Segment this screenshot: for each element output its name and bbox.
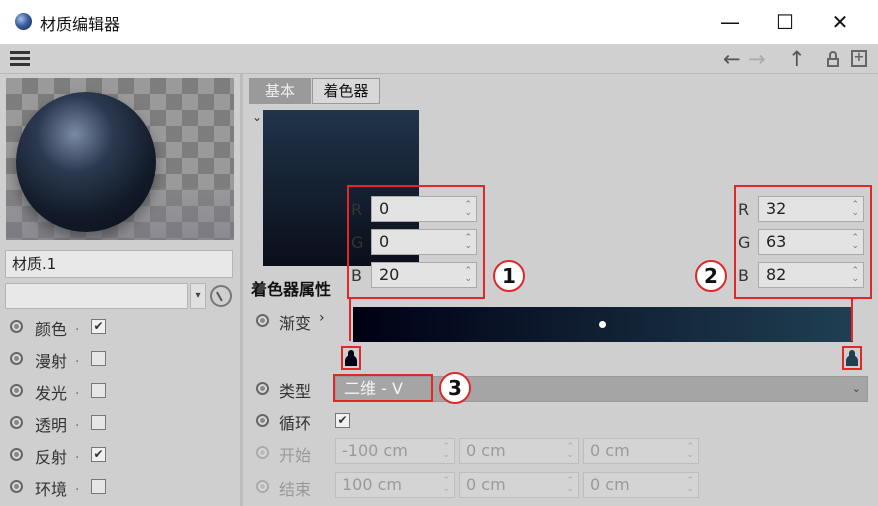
end-label: 结束 xyxy=(279,480,312,499)
highlight-box-2 xyxy=(734,185,872,299)
channel-checkbox[interactable]: ✔ xyxy=(91,319,106,334)
loop-checkbox[interactable]: ✔ xyxy=(335,413,350,428)
channel-label: 反射 xyxy=(35,448,68,467)
start-x-input[interactable]: -100 cm ⌃ ⌄ xyxy=(335,438,455,464)
chevron-down-icon[interactable]: ▾ xyxy=(190,283,206,309)
channel-luminance[interactable]: 发光 . xyxy=(0,376,240,406)
close-button[interactable]: ✕ xyxy=(820,8,860,36)
chevron-down-icon: ⌄ xyxy=(851,382,861,395)
start-z-input[interactable]: 0 cm ⌃ ⌄ xyxy=(583,438,699,464)
annotation-badge-2: 2 xyxy=(695,260,727,292)
param-radio[interactable] xyxy=(256,314,269,327)
channel-label: 颜色 xyxy=(35,320,68,339)
annotation-badge-3: 3 xyxy=(439,372,471,404)
material-list-pane: 材质.1 ▾ 颜色 . ✔ 漫射 . 发光 . 透明 . 反射 . ✔ 环境 . xyxy=(0,74,240,506)
window-title: 材质编辑器 xyxy=(40,15,121,34)
tab-shader[interactable]: 着色器 xyxy=(312,78,380,104)
channel-reflectance[interactable]: 反射 . ✔ xyxy=(0,440,240,470)
material-preview[interactable] xyxy=(6,78,234,240)
preview-sphere xyxy=(16,92,156,232)
forward-arrow-icon[interactable]: → xyxy=(748,47,766,71)
loop-label: 循环 xyxy=(279,414,312,433)
start-y-input[interactable]: 0 cm ⌃ ⌄ xyxy=(459,438,579,464)
expand-arrow-icon[interactable]: › xyxy=(319,310,325,326)
app-icon xyxy=(15,13,32,30)
end-y-input[interactable]: 0 cm ⌃ ⌄ xyxy=(459,472,579,498)
section-title: 着色器属性 xyxy=(251,280,332,299)
gradient-label: 渐变 xyxy=(279,314,312,333)
channel-color[interactable]: 颜色 . ✔ xyxy=(0,312,240,342)
menu-icon[interactable] xyxy=(10,51,30,67)
highlight-knot-left xyxy=(341,346,361,370)
channel-checkbox[interactable]: ✔ xyxy=(91,447,106,462)
minimize-button[interactable]: — xyxy=(710,8,750,36)
end-z-input[interactable]: 0 cm ⌃ ⌄ xyxy=(583,472,699,498)
channel-radio[interactable] xyxy=(10,416,23,429)
channel-radio[interactable] xyxy=(10,352,23,365)
lock-icon[interactable] xyxy=(827,51,839,67)
gradient-midpoint-handle[interactable] xyxy=(599,321,606,328)
param-radio[interactable] xyxy=(256,446,269,459)
channel-checkbox[interactable] xyxy=(91,479,106,494)
channel-diffusion[interactable]: 漫射 . xyxy=(0,344,240,374)
param-radio[interactable] xyxy=(256,414,269,427)
menu-bar: ← → ↑ + xyxy=(0,44,878,74)
collapse-arrow-icon[interactable]: ⌄ xyxy=(252,110,262,124)
start-label: 开始 xyxy=(279,446,312,465)
channel-radio[interactable] xyxy=(10,320,23,333)
param-radio[interactable] xyxy=(256,480,269,493)
new-window-icon[interactable]: + xyxy=(851,50,867,67)
maximize-button[interactable]: ☐ xyxy=(765,8,805,36)
material-name-field[interactable]: 材质.1 xyxy=(5,250,233,278)
highlight-knot-right xyxy=(842,346,862,370)
material-select[interactable] xyxy=(5,283,188,309)
channel-radio[interactable] xyxy=(10,384,23,397)
channel-environment[interactable]: 环境 . xyxy=(0,472,240,502)
type-label: 类型 xyxy=(279,382,312,401)
channel-label: 透明 xyxy=(35,416,68,435)
up-arrow-icon[interactable]: ↑ xyxy=(788,47,806,71)
channel-radio[interactable] xyxy=(10,480,23,493)
param-radio[interactable] xyxy=(256,382,269,395)
pick-cursor-icon[interactable] xyxy=(210,285,232,307)
title-bar: 材质编辑器 — ☐ ✕ xyxy=(0,0,878,44)
channel-transparency[interactable]: 透明 . xyxy=(0,408,240,438)
tab-basic[interactable]: 基本 xyxy=(249,78,311,104)
channel-label: 发光 xyxy=(35,384,68,403)
channel-checkbox[interactable] xyxy=(91,415,106,430)
end-x-input[interactable]: 100 cm ⌃ ⌄ xyxy=(335,472,455,498)
shader-properties-pane: 基本 着色器 ⌄ 着色器属性 R 0 ⌃ ⌄ G 0 ⌃ ⌄ B 20 ⌃ ⌄ 1 R 32… xyxy=(243,74,878,506)
channel-label: 漫射 xyxy=(35,352,68,371)
highlight-box-1 xyxy=(347,185,485,299)
channel-checkbox[interactable] xyxy=(91,383,106,398)
channel-checkbox[interactable] xyxy=(91,351,106,366)
back-arrow-icon[interactable]: ← xyxy=(723,47,741,71)
channel-radio[interactable] xyxy=(10,448,23,461)
channel-label: 环境 xyxy=(35,480,68,499)
annotation-badge-1: 1 xyxy=(493,260,525,292)
highlight-box-3 xyxy=(333,374,433,402)
